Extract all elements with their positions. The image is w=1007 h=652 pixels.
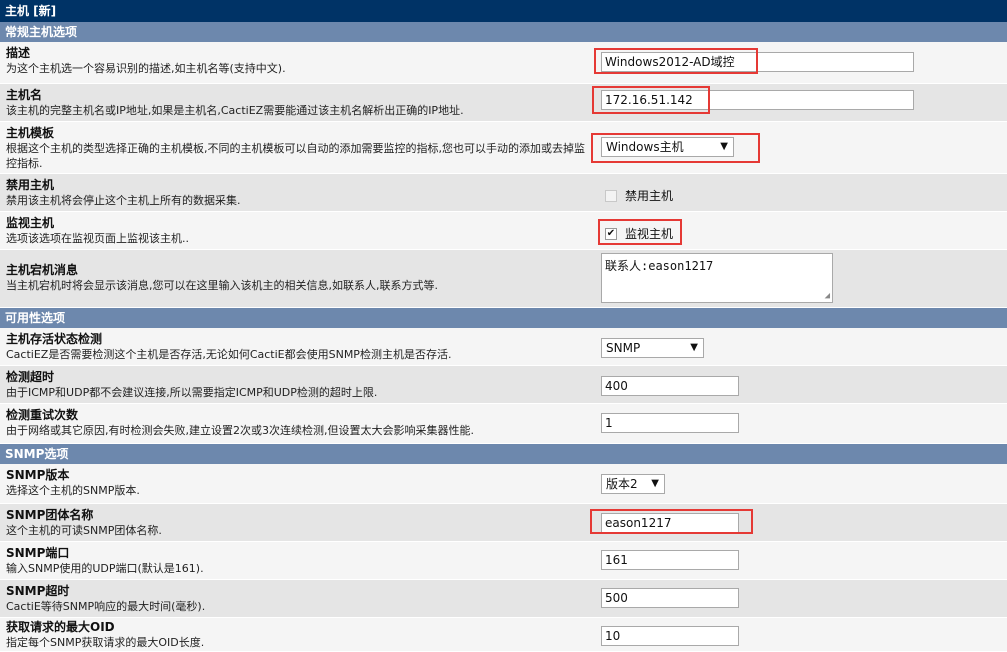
field-help: 当主机宕机时将会显示该消息,您可以在这里输入该机主的相关信息,如联系人,联系方式…: [6, 279, 438, 292]
field-help: CactiE等待SNMP响应的最大时间(毫秒).: [6, 600, 206, 613]
field-label: 获取请求的最大OID: [6, 620, 115, 634]
row-snmp-port: SNMP端口输入SNMP使用的UDP端口(默认是161). 161: [0, 542, 1007, 580]
field-label: 主机存活状态检测: [6, 332, 103, 346]
row-down-message: 主机宕机消息当主机宕机时将会显示该消息,您可以在这里输入该机主的相关信息,如联系…: [0, 250, 1007, 308]
field-label: 主机模板: [6, 126, 55, 140]
page-title: 主机 [新]: [0, 0, 1007, 22]
row-hostname: 主机名该主机的完整主机名或IP地址,如果是主机名,CactiEZ需要能通过该主机…: [0, 84, 1007, 122]
down-message-text: 联系人:eason1217: [605, 259, 714, 273]
checkbox-checked-icon[interactable]: ✔: [605, 227, 617, 240]
checkbox-label: 监视主机: [625, 227, 674, 241]
field-help: CactiEZ是否需要检测这个主机是否存活,无论如何CactiE都会使用SNMP…: [6, 348, 452, 361]
section-general: 常规主机选项: [0, 22, 1007, 42]
field-label: SNMP版本: [6, 468, 70, 482]
max-oids-input[interactable]: 10: [601, 626, 739, 646]
row-snmp-version: SNMP版本选择这个主机的SNMP版本. 版本2 ▼: [0, 464, 1007, 504]
field-help: 根据这个主机的类型选择正确的主机模板,不同的主机模板可以自动的添加需要监控的指标…: [6, 142, 585, 170]
section-snmp: SNMP选项: [0, 444, 1007, 464]
field-help: 这个主机的可读SNMP团体名称.: [6, 524, 162, 537]
field-label: 主机宕机消息: [6, 263, 79, 277]
resize-grip-icon[interactable]: ◢: [825, 292, 830, 301]
snmp-version-value: 版本2: [606, 477, 638, 491]
field-label: SNMP端口: [6, 546, 70, 560]
row-description: 描述为这个主机选一个容易识别的描述,如主机名等(支持中文). Windows20…: [0, 42, 1007, 84]
field-help: 为这个主机选一个容易识别的描述,如主机名等(支持中文).: [6, 62, 286, 75]
checkbox-unchecked-icon[interactable]: [605, 189, 617, 202]
field-help: 输入SNMP使用的UDP端口(默认是161).: [6, 562, 204, 575]
section-availability: 可用性选项: [0, 308, 1007, 328]
field-help: 由于ICMP和UDP都不会建议连接,所以需要指定ICMP和UDP检测的超时上限.: [6, 386, 378, 399]
field-label: 检测超时: [6, 370, 55, 384]
field-label: 主机名: [6, 88, 43, 102]
monitor-checkbox[interactable]: ✔ 监视主机: [605, 225, 673, 242]
row-snmp-timeout: SNMP超时 CactiE等待SNMP响应的最大时间(毫秒). 500: [0, 580, 1007, 618]
row-disable: 禁用主机 禁用该主机将会停止这个主机上所有的数据采集. 禁用主机: [0, 174, 1007, 212]
field-help: 禁用该主机将会停止这个主机上所有的数据采集.: [6, 194, 241, 207]
template-select[interactable]: Windows主机 ▼: [601, 137, 734, 157]
chevron-down-icon: ▼: [720, 141, 728, 152]
row-availability-method: 主机存活状态检测 CactiEZ是否需要检测这个主机是否存活,无论如何CactiE…: [0, 328, 1007, 366]
field-label: 监视主机: [6, 216, 55, 230]
field-help: 指定每个SNMP获取请求的最大OID长度.: [6, 636, 205, 649]
row-ping-timeout: 检测超时由于ICMP和UDP都不会建议连接,所以需要指定ICMP和UDP检测的超…: [0, 366, 1007, 404]
snmp-community-input[interactable]: eason1217: [601, 513, 739, 533]
down-message-textarea[interactable]: 联系人:eason1217 ◢: [601, 253, 833, 303]
field-help: 由于网络或其它原因,有时检测会失败,建立设置2次或3次连续检测,但设置太大会影响…: [6, 424, 474, 437]
field-label: 禁用主机: [6, 178, 55, 192]
row-monitor: 监视主机 选项该选项在监视页面上监视该主机.. ✔ 监视主机: [0, 212, 1007, 250]
chevron-down-icon: ▼: [651, 478, 659, 489]
hostname-input[interactable]: 172.16.51.142: [601, 90, 914, 110]
field-help: 该主机的完整主机名或IP地址,如果是主机名,CactiEZ需要能通过该主机名解析…: [6, 104, 464, 117]
row-template: 主机模板根据这个主机的类型选择正确的主机模板,不同的主机模板可以自动的添加需要监…: [0, 122, 1007, 174]
checkbox-label: 禁用主机: [625, 189, 674, 203]
field-help: 选择这个主机的SNMP版本.: [6, 484, 140, 497]
template-select-value: Windows主机: [606, 140, 684, 154]
field-label: SNMP团体名称: [6, 508, 94, 522]
availability-method-value: SNMP: [606, 341, 641, 355]
snmp-port-input[interactable]: 161: [601, 550, 739, 570]
ping-retries-input[interactable]: 1: [601, 413, 739, 433]
snmp-timeout-input[interactable]: 500: [601, 588, 739, 608]
chevron-down-icon: ▼: [690, 342, 698, 353]
field-help: 选项该选项在监视页面上监视该主机..: [6, 232, 189, 245]
row-ping-retries: 检测重试次数由于网络或其它原因,有时检测会失败,建立设置2次或3次连续检测,但设…: [0, 404, 1007, 444]
availability-method-select[interactable]: SNMP ▼: [601, 338, 704, 358]
description-input[interactable]: Windows2012-AD域控: [601, 52, 914, 72]
snmp-version-select[interactable]: 版本2 ▼: [601, 474, 665, 494]
disable-checkbox[interactable]: 禁用主机: [605, 187, 673, 204]
ping-timeout-input[interactable]: 400: [601, 376, 739, 396]
field-label: SNMP超时: [6, 584, 70, 598]
field-label: 检测重试次数: [6, 408, 79, 422]
field-label: 描述: [6, 46, 31, 60]
row-max-oids: 获取请求的最大OID 指定每个SNMP获取请求的最大OID长度. 10: [0, 618, 1007, 652]
row-snmp-community: SNMP团体名称这个主机的可读SNMP团体名称. eason1217: [0, 504, 1007, 542]
